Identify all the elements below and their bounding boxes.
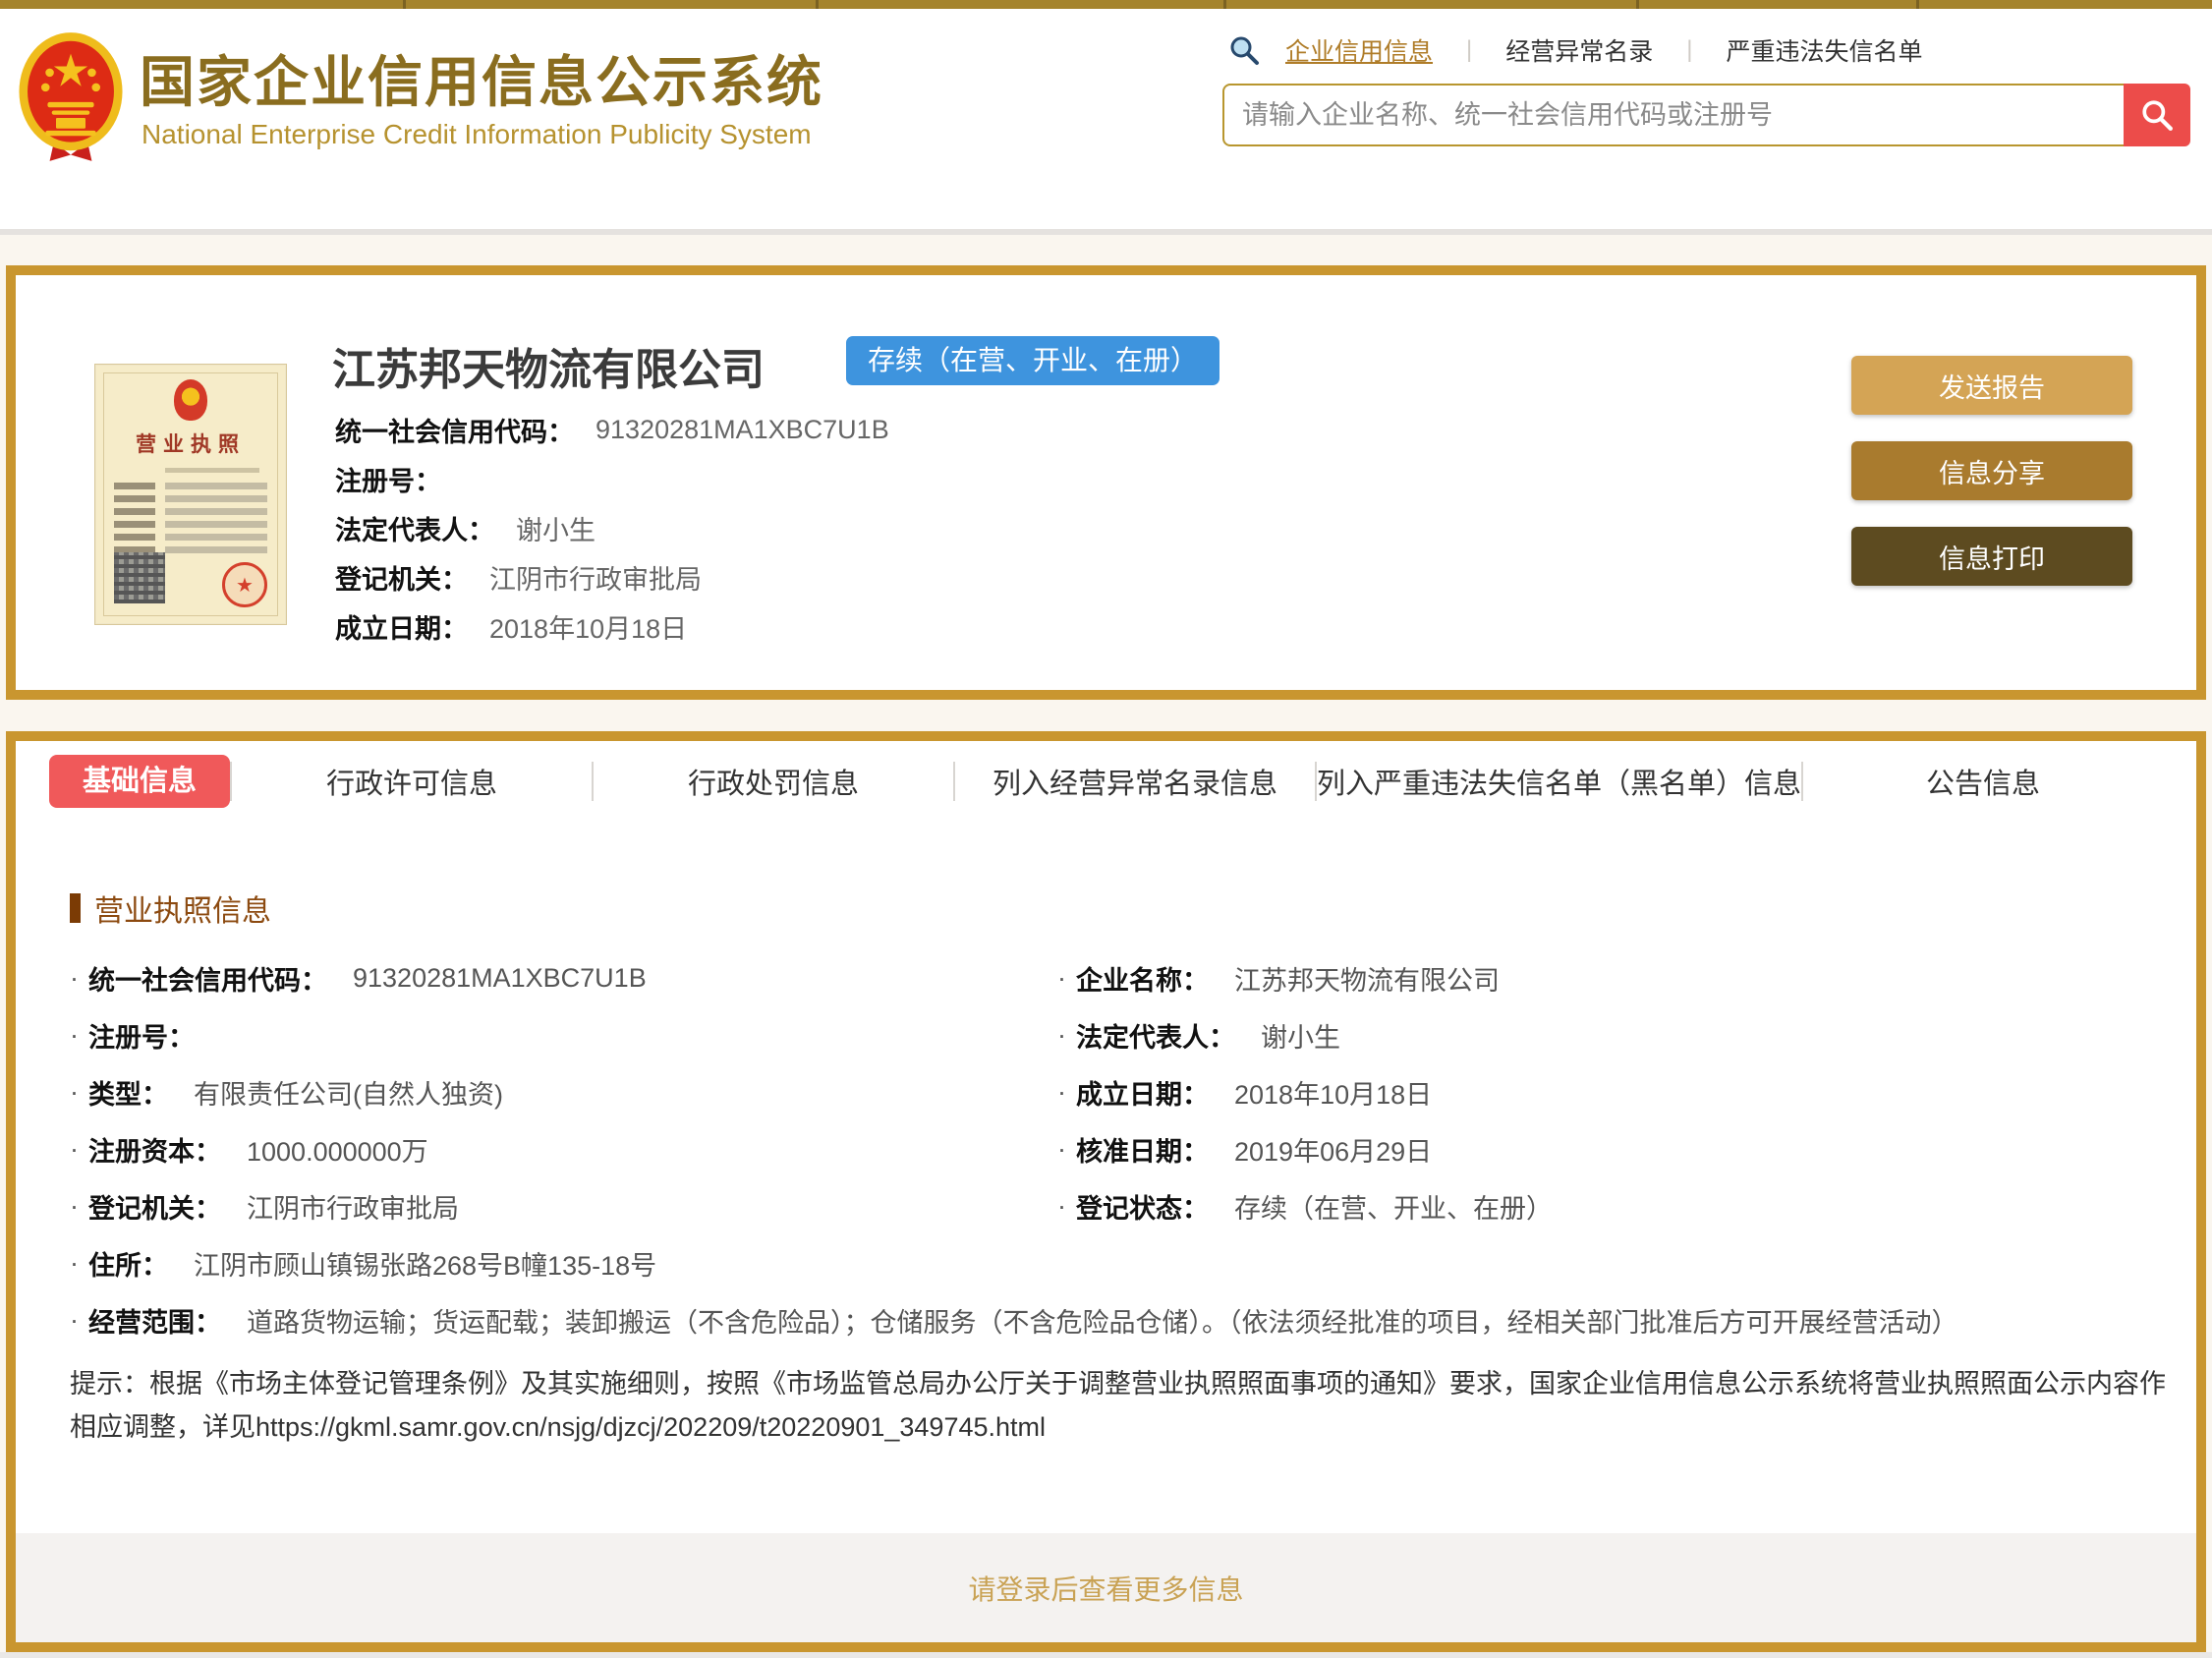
info-label: 统一社会信用代码：	[88, 965, 327, 996]
tab-admin-penalty[interactable]: 行政处罚信息	[594, 761, 953, 802]
field-label: 成立日期：	[335, 613, 468, 644]
action-buttons: 发送报告 信息分享 信息打印	[1851, 356, 2132, 612]
company-field-row: 成立日期： 2018年10月18日	[335, 601, 889, 651]
nav-link-enterprise-credit[interactable]: 企业信用信息	[1285, 32, 1433, 68]
info-value: 2018年10月18日	[1234, 1079, 1433, 1110]
info-row: · 经营范围： 道路货物运输；货运配载；装卸搬运（不含危险品）；仓储服务（不含危险品…	[70, 1291, 2173, 1348]
header-divider	[0, 229, 2212, 235]
field-value: 江阴市行政审批局	[489, 564, 702, 595]
license-qr-code	[114, 552, 165, 603]
nav-bar-divider	[1223, 0, 1226, 9]
detail-card: 基础信息 行政许可信息 行政处罚信息 列入经营异常名录信息 列入严重违法失信名单…	[6, 731, 2206, 1652]
info-label: 注册号：	[88, 1022, 195, 1053]
tab-announcements[interactable]: 公告信息	[1803, 761, 2163, 802]
notice-text: 提示：根据《市场主体登记管理条例》及其实施细则，按照《市场监管总局办公厅关于调整…	[70, 1369, 2166, 1442]
info-label: 注册资本：	[88, 1136, 221, 1167]
info-label: 成立日期：	[1076, 1079, 1209, 1110]
search-area: 企业信用信息 | 经营异常名录 | 严重违法失信名单	[1222, 32, 2190, 146]
field-value: 2018年10月18日	[489, 613, 688, 644]
page-bottom-strip	[0, 1652, 2212, 1658]
search-icon	[1230, 36, 1259, 65]
license-subline	[165, 468, 259, 473]
tab-admin-license[interactable]: 行政许可信息	[232, 761, 592, 802]
info-label: 登记机关：	[88, 1193, 221, 1224]
nav-link-serious-violations[interactable]: 严重违法失信名单	[1727, 32, 1923, 68]
section-heading: 营业执照信息	[94, 895, 271, 928]
license-info-grid: · 统一社会信用代码： 91320281MA1XBC7U1B · 企业名称： 江苏邦天物…	[70, 949, 2173, 1449]
national-emblem-logo	[19, 32, 123, 161]
info-row: · 注册号： · 法定代表人： 谢小生	[70, 1006, 2173, 1063]
tab-blacklist[interactable]: 列入严重违法失信名单（黑名单）信息	[1317, 761, 1801, 802]
info-value: 江阴市顾山镇锡张路268号B幢135-18号	[194, 1250, 657, 1281]
license-emblem-icon	[174, 379, 207, 421]
search-input[interactable]	[1222, 84, 2190, 146]
company-name: 江苏邦天物流有限公司	[332, 346, 765, 394]
tab-basic-info[interactable]: 基础信息	[49, 755, 231, 808]
send-report-button[interactable]: 发送报告	[1851, 356, 2132, 415]
tab-abnormal-list[interactable]: 列入经营异常名录信息	[955, 761, 1315, 802]
info-label: 经营范围：	[88, 1307, 221, 1338]
field-label: 登记机关：	[335, 564, 468, 595]
info-value: 存续（在营、开业、在册）	[1234, 1193, 1553, 1224]
info-value: 江苏邦天物流有限公司	[1234, 965, 1500, 996]
business-license-paper: 营业执照 ★	[103, 372, 278, 616]
license-red-seal: ★	[222, 562, 267, 607]
info-row: · 类型： 有限责任公司(自然人独资) · 成立日期： 2018年10月18日	[70, 1063, 2173, 1120]
company-field-row: 注册号：	[335, 454, 889, 503]
business-license-thumbnail[interactable]: 营业执照 ★	[94, 364, 287, 625]
nav-bar-divider	[1916, 0, 1919, 9]
info-value: 谢小生	[1261, 1022, 1340, 1053]
info-row: · 登记机关： 江阴市行政审批局 · 登记状态： 存续（在营、开业、在册）	[70, 1177, 2173, 1234]
print-info-button[interactable]: 信息打印	[1851, 527, 2132, 586]
field-label: 统一社会信用代码：	[335, 417, 574, 447]
nav-bar-divider	[403, 0, 406, 9]
info-row: · 住所： 江阴市顾山镇锡张路268号B幢135-18号	[70, 1234, 2173, 1291]
nav-link-separator: |	[1466, 36, 1473, 63]
company-card: 营业执照 ★ 江苏邦天物流有限公司 存续（在营、开业、在册） 统一社会信用代码：…	[6, 265, 2206, 700]
info-value: 江阴市行政审批局	[247, 1193, 459, 1224]
info-label: 核准日期：	[1076, 1136, 1209, 1167]
info-label: 登记状态：	[1076, 1193, 1209, 1224]
company-fields: 统一社会信用代码： 91320281MA1XBC7U1B 注册号： 法定代表人：…	[335, 405, 889, 651]
info-label: 法定代表人：	[1076, 1022, 1235, 1053]
info-row: · 注册资本： 1000.000000万 · 核准日期： 2019年06月29日	[70, 1120, 2173, 1177]
search-box	[1222, 84, 2190, 146]
info-value: 2019年06月29日	[1234, 1136, 1433, 1167]
info-value: 有限责任公司(自然人独资)	[194, 1079, 503, 1110]
nav-bar-divider	[1636, 0, 1639, 9]
info-value: 道路货物运输；货运配载；装卸搬运（不含危险品）；仓储服务（不含危险品仓储）。（依…	[247, 1307, 1958, 1338]
field-label: 注册号：	[335, 466, 441, 496]
search-category-links: 企业信用信息 | 经营异常名录 | 严重违法失信名单	[1228, 32, 2190, 68]
site-title: 国家企业信用信息公示系统	[140, 51, 823, 113]
login-hint: 请登录后查看更多信息	[968, 1573, 1244, 1605]
nav-bar-divider	[816, 0, 819, 9]
search-button[interactable]	[2124, 84, 2190, 146]
license-title: 营业执照	[136, 433, 246, 456]
share-info-button[interactable]: 信息分享	[1851, 441, 2132, 500]
company-field-row: 法定代表人： 谢小生	[335, 503, 889, 552]
company-status-badge: 存续（在营、开业、在册）	[846, 336, 1220, 385]
tab-bar: 基础信息 行政许可信息 行政处罚信息 列入经营异常名录信息 列入严重违法失信名单…	[16, 755, 2196, 808]
search-button-icon	[2142, 100, 2173, 131]
login-hint-band: 请登录后查看更多信息	[16, 1533, 2196, 1642]
nav-link-abnormal-operations[interactable]: 经营异常名录	[1505, 32, 1653, 68]
info-label: 住所：	[88, 1250, 168, 1281]
site-nav-bar	[0, 0, 2212, 9]
section-marker	[70, 893, 81, 923]
field-value: 谢小生	[516, 515, 596, 545]
field-value: 91320281MA1XBC7U1B	[596, 414, 889, 444]
info-value: 91320281MA1XBC7U1B	[353, 962, 647, 993]
page-header: 国家企业信用信息公示系统 National Enterprise Credit …	[0, 9, 2212, 229]
info-label: 类型：	[88, 1079, 168, 1110]
company-field-row: 登记机关： 江阴市行政审批局	[335, 552, 889, 601]
info-row: · 统一社会信用代码： 91320281MA1XBC7U1B · 企业名称： 江苏邦天物…	[70, 949, 2173, 1006]
site-subtitle: National Enterprise Credit Information P…	[142, 119, 812, 149]
field-label: 法定代表人：	[335, 515, 494, 545]
company-field-row: 统一社会信用代码： 91320281MA1XBC7U1B	[335, 405, 889, 454]
info-value: 1000.000000万	[247, 1136, 428, 1167]
info-label: 企业名称：	[1076, 965, 1209, 996]
nav-link-separator: |	[1686, 36, 1693, 63]
section-head: 营业执照信息	[70, 886, 271, 930]
